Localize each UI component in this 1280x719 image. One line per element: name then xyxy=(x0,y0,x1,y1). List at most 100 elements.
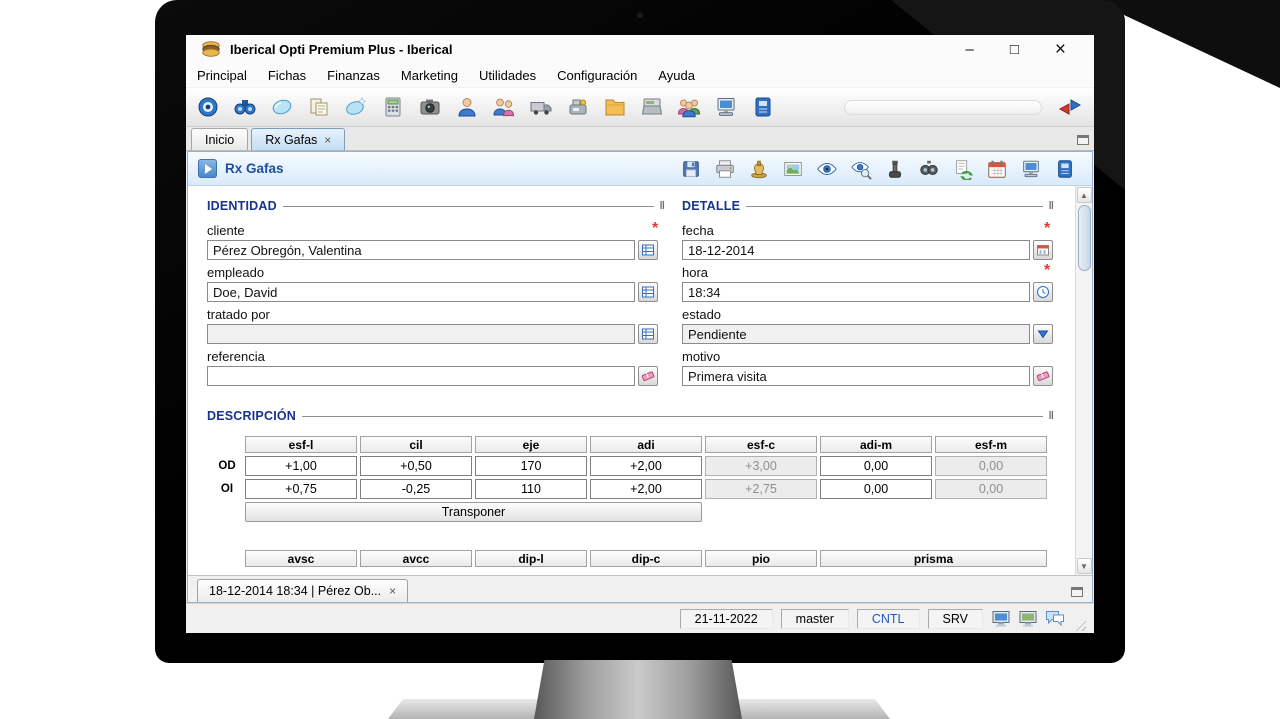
status-icons xyxy=(991,609,1065,629)
rx-oi-cil[interactable]: -0,25 xyxy=(360,479,472,499)
motivo-input[interactable] xyxy=(682,366,1030,386)
rx-od-cil[interactable]: +0,50 xyxy=(360,456,472,476)
fecha-calendar-button[interactable] xyxy=(1033,240,1053,260)
customers-button[interactable] xyxy=(492,95,516,119)
rx-od-adi[interactable]: +2,00 xyxy=(590,456,702,476)
eye-target-button[interactable] xyxy=(196,95,220,119)
rx-col-esf-l: esf-l xyxy=(245,436,357,453)
cliente-input[interactable] xyxy=(207,240,635,260)
referencia-input[interactable] xyxy=(207,366,635,386)
photo-button[interactable] xyxy=(782,158,804,180)
messages-icon[interactable] xyxy=(1045,609,1065,629)
lookup-icon xyxy=(641,285,655,299)
remote-desktop-icon[interactable] xyxy=(991,609,1011,629)
menu-fichas[interactable]: Fichas xyxy=(268,68,306,83)
folder-icon xyxy=(603,95,627,119)
terminal-icon xyxy=(1020,158,1042,180)
menu-finanzas[interactable]: Finanzas xyxy=(327,68,380,83)
menu-marketing[interactable]: Marketing xyxy=(401,68,458,83)
camera-button[interactable] xyxy=(418,95,442,119)
menu-utilidades[interactable]: Utilidades xyxy=(479,68,536,83)
estado-dropdown-button[interactable] xyxy=(1033,324,1053,344)
sign-button[interactable] xyxy=(748,158,770,180)
empleado-lookup-button[interactable] xyxy=(638,282,658,302)
motivo-label: motivo xyxy=(682,349,720,364)
dropdown-arrow-icon xyxy=(1036,327,1050,341)
group-button[interactable] xyxy=(677,95,701,119)
rx-od-esf-l[interactable]: +1,00 xyxy=(245,456,357,476)
workstation-button[interactable] xyxy=(714,95,738,119)
menu-principal[interactable]: Principal xyxy=(197,68,247,83)
lensmeter-button[interactable] xyxy=(884,158,906,180)
menu-configuracion[interactable]: Configuración xyxy=(557,68,637,83)
terminal-button[interactable] xyxy=(1020,158,1042,180)
restore-view-icon[interactable] xyxy=(1071,587,1083,597)
lens-button[interactable] xyxy=(270,95,294,119)
minimize-button[interactable]: – xyxy=(965,42,973,57)
print-button[interactable] xyxy=(714,158,736,180)
scrollbar-thumb[interactable] xyxy=(1078,205,1091,271)
menu-ayuda[interactable]: Ayuda xyxy=(658,68,695,83)
rx-oi-adi[interactable]: +2,00 xyxy=(590,479,702,499)
phoropter-button[interactable] xyxy=(918,158,940,180)
folder-button[interactable] xyxy=(603,95,627,119)
binoculars-button[interactable] xyxy=(233,95,257,119)
cliente-label: cliente xyxy=(207,223,245,238)
empleado-input[interactable] xyxy=(207,282,635,302)
tab-rx-gafas[interactable]: Rx Gafas × xyxy=(251,128,345,150)
eraser-icon xyxy=(1036,369,1050,383)
till-button[interactable] xyxy=(640,95,664,119)
notebook-button[interactable] xyxy=(751,95,775,119)
customer-button[interactable] xyxy=(455,95,479,119)
delivery-truck-button[interactable] xyxy=(529,95,553,119)
tratado-por-input[interactable] xyxy=(207,324,635,344)
transponer-button[interactable]: Transponer xyxy=(245,502,702,522)
review-eye-button[interactable] xyxy=(850,158,872,180)
tab-close-icon[interactable]: × xyxy=(324,134,331,146)
rx-oi-adi-m[interactable]: 0,00 xyxy=(820,479,932,499)
calendar-button[interactable] xyxy=(986,158,1008,180)
vertical-scrollbar[interactable]: ▲ ▼ xyxy=(1075,186,1092,575)
maximize-button[interactable]: □ xyxy=(1010,42,1019,57)
rx-od-eje[interactable]: 170 xyxy=(475,456,587,476)
network-pc-icon[interactable] xyxy=(1018,609,1038,629)
transfer-doc-button[interactable] xyxy=(952,158,974,180)
tab-inicio[interactable]: Inicio xyxy=(191,128,248,150)
status-date: 21-11-2022 xyxy=(680,609,773,629)
view-title: Rx Gafas xyxy=(225,161,284,176)
sync-arrows-button[interactable] xyxy=(1058,95,1082,119)
fecha-input[interactable] xyxy=(682,240,1030,260)
referencia-clear-button[interactable] xyxy=(638,366,658,386)
edger-machine-button[interactable] xyxy=(566,95,590,119)
calculator-button[interactable] xyxy=(381,95,405,119)
empleado-row xyxy=(207,282,658,302)
rx-oi-eje[interactable]: 110 xyxy=(475,479,587,499)
view-eye-button[interactable] xyxy=(816,158,838,180)
hora-label: hora xyxy=(682,265,708,280)
receipts-button[interactable] xyxy=(307,95,331,119)
rx-col-dip-l: dip-l xyxy=(475,550,587,567)
estado-input[interactable] xyxy=(682,324,1030,344)
rx-col-adi: adi xyxy=(590,436,702,453)
eye-target-icon xyxy=(196,95,220,119)
titlebar: Iberical Opti Premium Plus - Iberical – … xyxy=(186,35,1094,63)
hora-clock-button[interactable] xyxy=(1033,282,1053,302)
record-tab-close-icon[interactable]: × xyxy=(389,585,396,597)
motivo-clear-button[interactable] xyxy=(1033,366,1053,386)
print-icon xyxy=(714,158,736,180)
close-button[interactable]: × xyxy=(1055,40,1066,59)
rx-od-adi-m[interactable]: 0,00 xyxy=(820,456,932,476)
minimize-view-icon[interactable] xyxy=(1077,135,1089,145)
scroll-down-icon[interactable]: ▼ xyxy=(1077,558,1092,574)
receipts-icon xyxy=(307,95,331,119)
tratado-por-lookup-button[interactable] xyxy=(638,324,658,344)
lens-sparkle-button[interactable] xyxy=(344,95,368,119)
scroll-up-icon[interactable]: ▲ xyxy=(1077,187,1092,203)
hora-input[interactable] xyxy=(682,282,1030,302)
agenda-button[interactable] xyxy=(1054,158,1076,180)
rx-oi-esf-l[interactable]: +0,75 xyxy=(245,479,357,499)
record-tab[interactable]: 18-12-2014 18:34 | Pérez Ob... × xyxy=(197,579,408,602)
save-button[interactable] xyxy=(680,158,702,180)
cliente-lookup-button[interactable] xyxy=(638,240,658,260)
resize-grip[interactable] xyxy=(1073,618,1086,631)
